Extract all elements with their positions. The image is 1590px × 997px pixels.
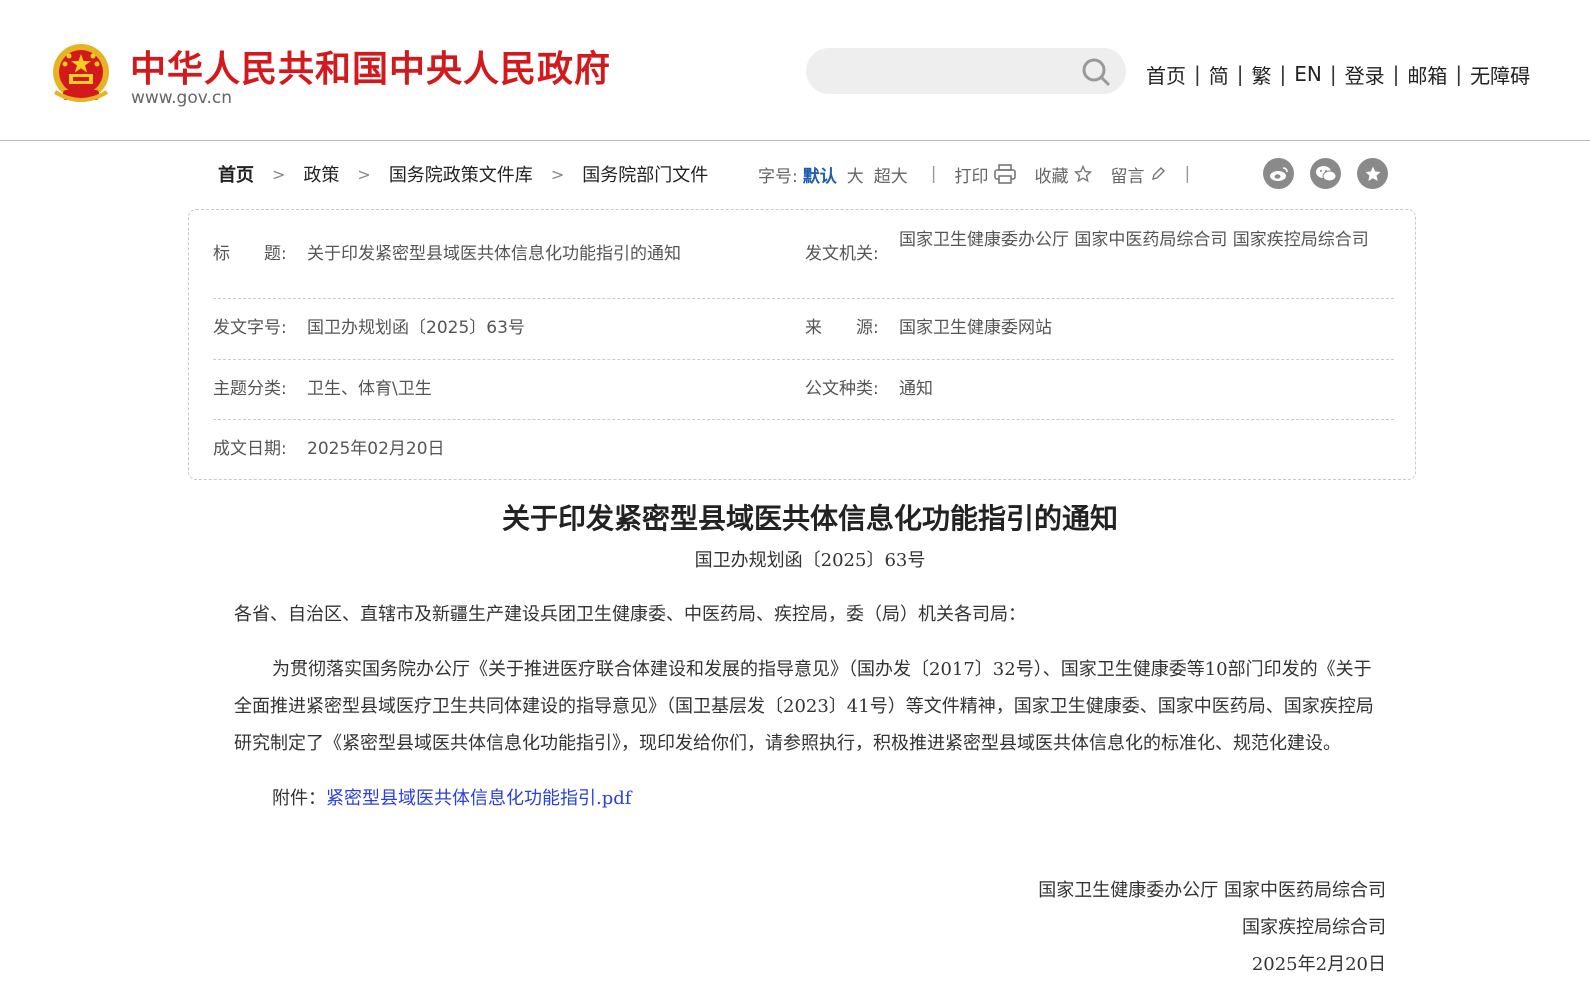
nav-traditional[interactable]: 繁 — [1246, 60, 1278, 89]
nav-mailbox[interactable]: 邮箱 — [1401, 60, 1453, 89]
search-icon[interactable] — [1080, 56, 1112, 88]
chevron-right-icon: > — [272, 164, 286, 184]
printer-icon — [994, 164, 1017, 184]
print-label: 打印 — [954, 166, 989, 187]
article-signature: 国家卫生健康委办公厅 国家中医药局综合司 国家疾控局综合司 2025年2月20日 — [900, 872, 1386, 983]
info-type-label: 公文种类: — [805, 379, 879, 399]
nav-separator: | — [1279, 62, 1287, 86]
attachment-link[interactable]: 紧密型县域医共体信息化功能指引.pdf — [326, 788, 631, 809]
nav-simplified[interactable]: 简 — [1203, 60, 1235, 89]
comment-button[interactable]: 留言 — [1110, 162, 1166, 187]
site-header: 中华人民共和国中央人民政府 www.gov.cn 首页 | 简 | 繁 | EN… — [0, 0, 1590, 141]
top-nav: 首页 | 简 | 繁 | EN | 登录 | 邮箱 | 无障碍 — [1140, 60, 1536, 88]
chevron-right-icon: > — [550, 164, 565, 184]
info-date-label: 成文日期: — [213, 439, 287, 459]
national-emblem-icon[interactable] — [49, 42, 113, 108]
nav-separator: | — [1194, 62, 1201, 86]
nav-separator: | — [1236, 62, 1244, 86]
breadcrumb-home[interactable]: 首页 — [218, 161, 254, 187]
nav-home[interactable]: 首页 — [1140, 60, 1192, 89]
font-size-default[interactable]: 默认 — [798, 162, 842, 187]
info-row: 成文日期: 2025年02月20日 — [213, 420, 1394, 478]
attachment-line: 附件：紧密型县域医共体信息化功能指引.pdf — [234, 780, 1386, 817]
print-button[interactable]: 打印 — [954, 162, 1017, 187]
info-title-label: 标 题: — [213, 244, 287, 264]
star-icon[interactable] — [1357, 158, 1388, 189]
info-date-value: 2025年02月20日 — [307, 439, 445, 459]
weibo-icon[interactable] — [1263, 158, 1294, 189]
nav-separator: | — [1392, 62, 1400, 86]
wechat-glyph-icon — [1315, 165, 1336, 181]
site-title[interactable]: 中华人民共和国中央人民政府 — [130, 40, 611, 92]
info-topic-label: 主题分类: — [213, 379, 287, 399]
toolbar-divider: | — [930, 164, 937, 184]
info-issuer-label: 发文机关: — [805, 244, 879, 264]
info-issuer-value: 国家卫生健康委办公厅 国家中医药局综合司 国家疾控局综合司 — [899, 230, 1369, 250]
signature-date: 2025年2月20日 — [1251, 954, 1386, 975]
pencil-icon — [1152, 167, 1166, 180]
info-row: 主题分类: 卫生、体育\卫生 公文种类: 通知 — [213, 360, 1394, 420]
nav-english[interactable]: EN — [1288, 62, 1328, 86]
article-doc-number: 国卫办规划函〔2025〕63号 — [694, 550, 926, 571]
attachment-label: 附件： — [272, 788, 326, 809]
nav-separator: | — [1329, 62, 1337, 86]
search-input[interactable] — [806, 48, 1126, 94]
info-source-value: 国家卫生健康委网站 — [899, 318, 1052, 338]
font-size-xlarge[interactable]: 超大 — [869, 162, 913, 187]
article-title: 关于印发紧密型县域医共体信息化功能指引的通知 — [501, 502, 1118, 535]
share-buttons — [1263, 158, 1404, 189]
breadcrumb-policy[interactable]: 政策 — [303, 161, 339, 187]
info-source-label: 来 源: — [805, 318, 879, 338]
font-size-large[interactable]: 大 — [842, 162, 869, 187]
nav-login[interactable]: 登录 — [1339, 60, 1391, 89]
info-row: 标 题: 关于印发紧密型县域医共体信息化功能指引的通知 发文机关: 国家卫生健康… — [213, 222, 1394, 299]
weibo-glyph-icon — [1269, 166, 1288, 181]
star-glyph-icon — [1365, 166, 1380, 181]
signature-issuers: 国家卫生健康委办公厅 国家中医药局综合司 — [1038, 880, 1386, 901]
breadcrumb-department-docs[interactable]: 国务院部门文件 — [582, 161, 708, 187]
info-row: 发文字号: 国卫办规划函〔2025〕63号 来 源: 国家卫生健康委网站 — [213, 299, 1394, 360]
document-info-box: 标 题: 关于印发紧密型县域医共体信息化功能指引的通知 发文机关: 国家卫生健康… — [188, 209, 1416, 480]
article-paragraph: 为贯彻落实国务院办公厅《关于推进医疗联合体建设和发展的指导意见》（国办发〔201… — [234, 659, 1374, 754]
favorite-label: 收藏 — [1034, 166, 1069, 187]
nav-separator: | — [1455, 62, 1463, 86]
info-docno-label: 发文字号: — [213, 318, 287, 338]
breadcrumb: 首页 > 政策 > 国务院政策文件库 > 国务院部门文件 — [218, 160, 708, 188]
info-topic-value: 卫生、体育\卫生 — [307, 379, 432, 399]
star-outline-icon — [1074, 165, 1093, 183]
article-toolbar: 字号: 默认 大 超大 | 打印 收藏 留言 | — [758, 160, 1208, 188]
info-title-value: 关于印发紧密型县域医共体信息化功能指引的通知 — [307, 244, 681, 264]
font-size-label: 字号: — [758, 166, 798, 187]
favorite-button[interactable]: 收藏 — [1034, 162, 1093, 187]
nav-accessibility[interactable]: 无障碍 — [1464, 60, 1536, 89]
chevron-right-icon: > — [357, 164, 371, 184]
info-docno-value: 国卫办规划函〔2025〕63号 — [307, 318, 525, 338]
site-url: www.gov.cn — [131, 88, 233, 108]
comment-label: 留言 — [1110, 166, 1145, 187]
article-body: 各省、自治区、直辖市及新疆生产建设兵团卫生健康委、中医药局、疾控局，委（局）机关… — [234, 596, 1386, 835]
wechat-icon[interactable] — [1310, 158, 1341, 189]
toolbar-divider: | — [1184, 164, 1191, 184]
signature-issuer-2: 国家疾控局综合司 — [1242, 917, 1386, 938]
article-salutation: 各省、自治区、直辖市及新疆生产建设兵团卫生健康委、中医药局、疾控局，委（局）机关… — [234, 604, 1026, 625]
info-type-value: 通知 — [899, 379, 933, 399]
breadcrumb-policy-library[interactable]: 国务院政策文件库 — [389, 161, 533, 187]
